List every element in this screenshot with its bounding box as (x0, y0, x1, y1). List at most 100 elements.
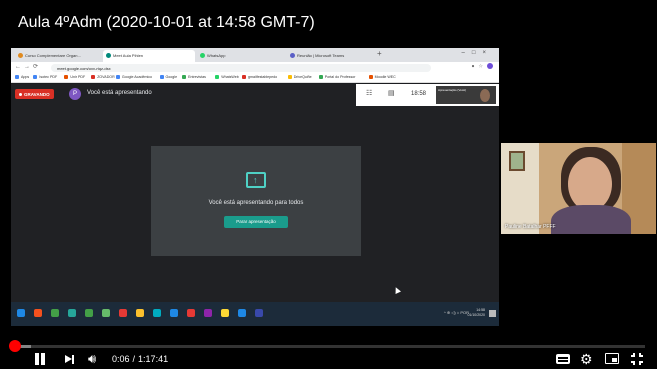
webcam-feed: Pauline Batalhar PFFF (501, 143, 656, 234)
bookmark-item[interactable]: Moodle WEC (368, 75, 396, 79)
pause-icon (35, 353, 39, 365)
bookmark-item[interactable]: ZOVADOR (91, 75, 115, 79)
window-controls[interactable]: –□× (462, 50, 493, 56)
taskbar-app-icon[interactable] (68, 309, 76, 317)
presenting-card: ↑ Você está apresentando para todos Para… (151, 146, 361, 256)
progress-bar[interactable] (12, 345, 645, 348)
exit-fullscreen-icon[interactable] (631, 353, 643, 365)
self-preview-tile[interactable]: Apresentação (Você) (436, 86, 496, 104)
video-title: Aula 4ºAdm (2020-10-01 at 14:58 GMT-7) (18, 14, 315, 31)
participants-icon[interactable]: ☷ (366, 89, 372, 97)
bookmark-label: gmailfestablepedo (248, 75, 278, 79)
bookmark-item[interactable]: Google Acadêmico (115, 75, 153, 79)
taskbar-app-icon[interactable] (51, 309, 59, 317)
bookmark-label: Apps (21, 75, 30, 79)
video-player[interactable]: Aula 4ºAdm (2020-10-01 at 14:58 GMT-7) C… (0, 0, 657, 369)
next-icon (65, 355, 72, 363)
browser-tab[interactable]: Curso Complementare Organ… (15, 50, 101, 62)
bookmark-label: Portal do Professor (324, 75, 356, 79)
taskbar-app-icon[interactable] (136, 309, 144, 317)
address-bar: ←→⟳ meet.google.com/oxv-rtqz-dsx ●☆ (11, 62, 499, 74)
next-button[interactable] (64, 352, 76, 366)
browser-tab-active[interactable]: Meet Aula Pihlen (103, 50, 195, 62)
taskbar-app-icon[interactable] (102, 309, 110, 317)
chat-icon[interactable]: ▤ (388, 89, 395, 97)
tab-favicon-icon (18, 53, 23, 58)
bookmark-favicon-icon (115, 75, 120, 79)
windows-taskbar: ^ ⊕ ◁) ⌂ POR 14:58 01/10/2020 (11, 302, 499, 326)
browser-tab-bar: Curso Complementare Organ… Meet Aula Pih… (11, 48, 499, 62)
taskbar-app-icon[interactable] (34, 309, 42, 317)
taskbar-app-icon[interactable] (238, 309, 246, 317)
taskbar-app-icon[interactable] (255, 309, 263, 317)
presenting-card-text: Você está apresentando para todos (208, 200, 304, 206)
bookmark-favicon-icon (91, 75, 96, 79)
meet-toolbar: ☷ ▤ 18:58 Apresentação (Você) (356, 84, 499, 106)
system-tray[interactable]: ^ ⊕ ◁) ⌂ POR (444, 310, 469, 315)
bookmark-favicon-icon (64, 75, 69, 79)
taskbar-app-icon[interactable] (221, 309, 229, 317)
notification-icon[interactable] (489, 310, 496, 317)
bookmark-favicon-icon (368, 75, 373, 79)
extension-icons[interactable]: ●☆ (471, 63, 493, 69)
bookmark-label: Unir PDF (70, 75, 86, 79)
bookmark-favicon-icon (15, 75, 19, 79)
url-field[interactable]: meet.google.com/oxv-rtqz-dsx (51, 64, 431, 72)
tab-label: Reunião | Microsoft Teams (297, 53, 345, 58)
nav-buttons-icon[interactable]: ←→⟳ (15, 63, 41, 70)
taskbar-clock-date: 01/10/2020 (467, 313, 485, 317)
presenter-avatar: P (69, 88, 81, 100)
bookmark-label: Moodle WEC (374, 75, 396, 79)
recording-label: GRAVANDO (24, 92, 50, 97)
bookmark-label: Entrevistas (188, 75, 206, 79)
teams-favicon-icon (290, 53, 295, 58)
google-meet-view: GRAVANDO P Você está apresentando ☷ ▤ 18… (11, 84, 499, 302)
bookmark-item[interactable]: gmailfestablepedo (242, 75, 277, 79)
taskbar-app-icon[interactable] (85, 309, 93, 317)
miniplayer-icon[interactable] (605, 353, 619, 364)
participant-name: Pauline Batalhar PFFF (505, 224, 556, 230)
next-icon-bar (72, 355, 74, 364)
new-tab-icon[interactable]: + (377, 49, 382, 58)
gear-icon[interactable]: ⚙ (580, 352, 593, 366)
taskbar-app-icon[interactable] (119, 309, 127, 317)
bookmark-item[interactable]: Isotec PDF (33, 75, 57, 79)
bookmark-label: WhatsWeb (221, 75, 239, 79)
bookmark-item[interactable]: Portal do Professor (318, 75, 356, 79)
bookmark-label: ZOVADOR (97, 75, 115, 79)
bookmark-item[interactable]: Entrevistas (182, 75, 206, 79)
bookmark-item[interactable]: Apps (15, 75, 29, 79)
stop-presenting-button[interactable]: Parar apresentação (224, 216, 288, 228)
taskbar-app-icon[interactable] (204, 309, 212, 317)
bookmark-label: DriveQuiñe (293, 75, 312, 79)
bookmark-label: Google Acadêmico (121, 75, 153, 79)
browser-tab[interactable]: WhatsApp (197, 50, 285, 62)
tab-label: Curso Complementare Organ… (25, 53, 82, 58)
bookmark-item[interactable]: WhatsWeb (215, 75, 239, 79)
pause-icon-bar (41, 353, 45, 365)
bookmark-item[interactable]: Google (159, 75, 177, 79)
pause-button[interactable] (34, 352, 46, 366)
taskbar-app-icon[interactable] (17, 309, 25, 317)
duration: 1:17:41 (138, 354, 169, 364)
meet-clock: 18:58 (411, 91, 427, 97)
bookmark-favicon-icon (287, 75, 292, 79)
bookmarks-bar: Apps Isotec PDF Unir PDF ZOVADOR Google Acad… (11, 74, 499, 83)
browser-tab[interactable]: Reunião | Microsoft Teams (287, 50, 375, 62)
taskbar-clock-time: 14:58 (476, 308, 485, 312)
time-display: 0:06/1:17:41 (112, 354, 169, 364)
bookmark-item[interactable]: DriveQuiñe (287, 75, 312, 79)
whatsapp-favicon-icon (200, 53, 205, 58)
volume-icon[interactable]: 🔊︎ (88, 352, 96, 366)
taskbar-app-icon[interactable] (187, 309, 195, 317)
bookmark-favicon-icon (215, 75, 220, 79)
bookmark-favicon-icon (318, 75, 323, 79)
profile-avatar-icon[interactable] (487, 63, 493, 69)
subtitles-icon[interactable] (556, 354, 570, 364)
taskbar-clock: 14:58 01/10/2020 (467, 308, 485, 318)
recording-badge: GRAVANDO (15, 89, 54, 99)
bookmark-favicon-icon (242, 75, 246, 79)
taskbar-app-icon[interactable] (153, 309, 161, 317)
bookmark-item[interactable]: Unir PDF (64, 75, 85, 79)
taskbar-app-icon[interactable] (170, 309, 178, 317)
